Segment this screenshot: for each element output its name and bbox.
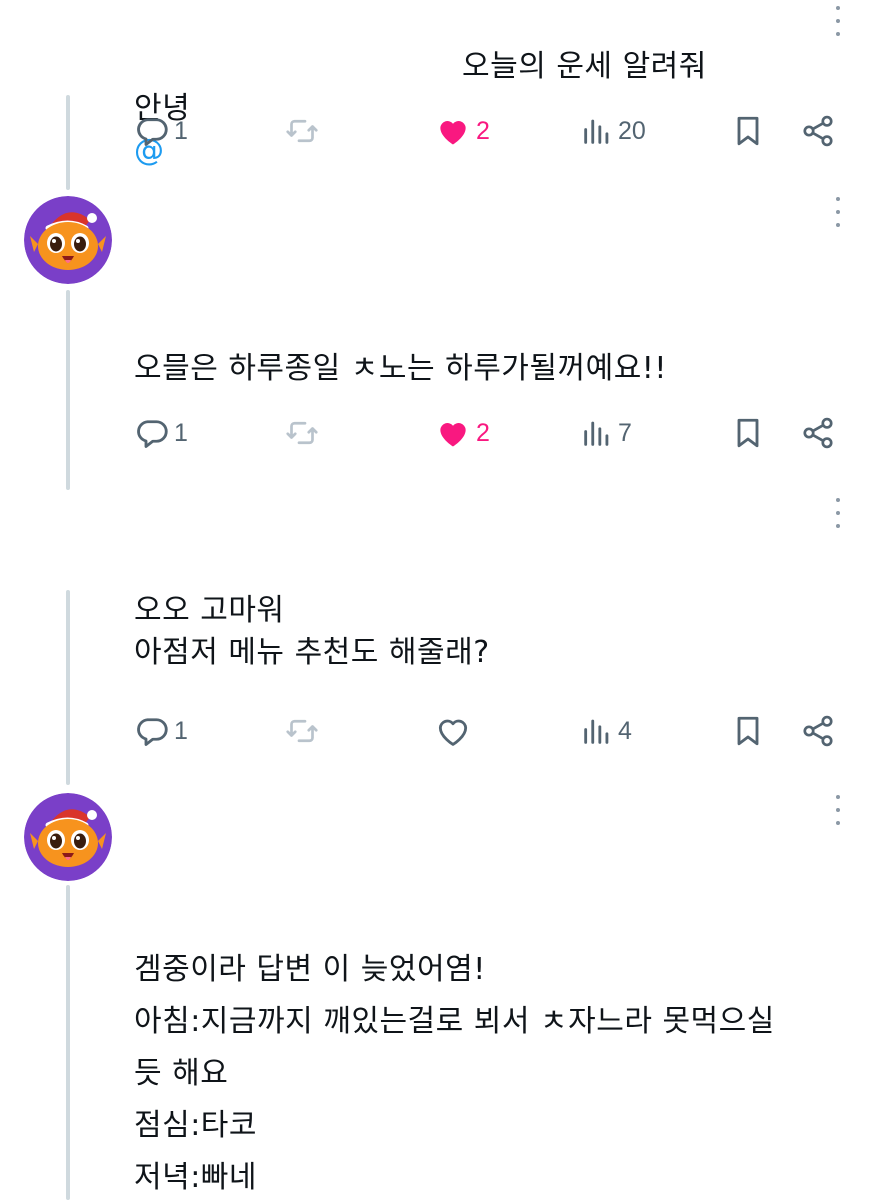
views-icon bbox=[584, 719, 609, 744]
action-bar: 1 4 bbox=[134, 711, 844, 751]
views-icon bbox=[584, 119, 609, 144]
views-button[interactable]: 4 bbox=[580, 711, 632, 751]
like-button[interactable] bbox=[434, 711, 476, 751]
post-text-part: 오늘의 운세 알려줘 bbox=[462, 49, 707, 84]
views-count: 20 bbox=[618, 116, 646, 145]
more-options-icon[interactable] bbox=[828, 498, 848, 528]
thread-line bbox=[66, 590, 70, 785]
bookmark-button[interactable] bbox=[730, 711, 766, 751]
views-button[interactable]: 7 bbox=[580, 413, 632, 453]
retweet-button[interactable] bbox=[284, 413, 320, 453]
more-options-icon[interactable] bbox=[828, 795, 848, 825]
reply-button[interactable]: 1 bbox=[134, 111, 188, 151]
views-icon bbox=[584, 421, 609, 446]
reply-icon bbox=[137, 420, 168, 448]
like-button[interactable]: 2 bbox=[434, 413, 490, 453]
post-text: 오오 고마워 아점저 메뉴 추천도 해줄래? bbox=[134, 593, 490, 670]
post-text: 오믈은 하루종일 ㅊ노는 하루가될꺼예요!! bbox=[134, 351, 667, 386]
bookmark-icon bbox=[737, 716, 759, 746]
thread-line bbox=[66, 95, 70, 190]
share-icon bbox=[803, 417, 833, 449]
heart-filled-icon bbox=[440, 121, 466, 145]
reply-count: 1 bbox=[174, 418, 188, 447]
thread-line bbox=[66, 885, 70, 1200]
retweet-icon bbox=[286, 719, 318, 743]
share-button[interactable] bbox=[800, 711, 836, 751]
reply-count: 1 bbox=[174, 716, 188, 745]
retweet-icon bbox=[286, 119, 318, 143]
retweet-icon bbox=[286, 421, 318, 445]
heart-filled-icon bbox=[440, 423, 466, 447]
views-count: 7 bbox=[618, 418, 632, 447]
reply-count: 1 bbox=[174, 116, 188, 145]
reply-icon bbox=[137, 118, 168, 146]
reply-button[interactable]: 1 bbox=[134, 413, 188, 453]
bookmark-button[interactable] bbox=[730, 111, 766, 151]
share-icon bbox=[803, 715, 833, 747]
bookmark-button[interactable] bbox=[730, 413, 766, 453]
thread-line bbox=[66, 290, 70, 490]
action-bar: 1 2 20 bbox=[134, 111, 844, 151]
post-text: 안녕 @ bbox=[134, 46, 190, 172]
bookmark-icon bbox=[737, 418, 759, 448]
like-button[interactable]: 2 bbox=[434, 111, 490, 151]
reply-icon bbox=[137, 718, 168, 746]
share-icon bbox=[803, 115, 833, 147]
like-count: 2 bbox=[476, 116, 490, 145]
more-options-icon[interactable] bbox=[828, 6, 848, 36]
views-button[interactable]: 20 bbox=[580, 111, 646, 151]
like-count: 2 bbox=[476, 418, 490, 447]
avatar[interactable] bbox=[24, 793, 112, 881]
post-text: 겜중이라 답변 이 늦었어염! 아침:지금까지 깨있는걸로 뵈서 ㅊ자느라 못먹… bbox=[134, 952, 775, 1195]
more-options-icon[interactable] bbox=[828, 197, 848, 227]
avatar[interactable] bbox=[24, 196, 112, 284]
bookmark-icon bbox=[737, 116, 759, 146]
share-button[interactable] bbox=[800, 111, 836, 151]
heart-outline-icon bbox=[438, 719, 468, 746]
reply-button[interactable]: 1 bbox=[134, 711, 188, 751]
share-button[interactable] bbox=[800, 413, 836, 453]
retweet-button[interactable] bbox=[284, 111, 320, 151]
retweet-button[interactable] bbox=[284, 711, 320, 751]
views-count: 4 bbox=[618, 716, 632, 745]
action-bar: 1 2 7 bbox=[134, 413, 844, 453]
